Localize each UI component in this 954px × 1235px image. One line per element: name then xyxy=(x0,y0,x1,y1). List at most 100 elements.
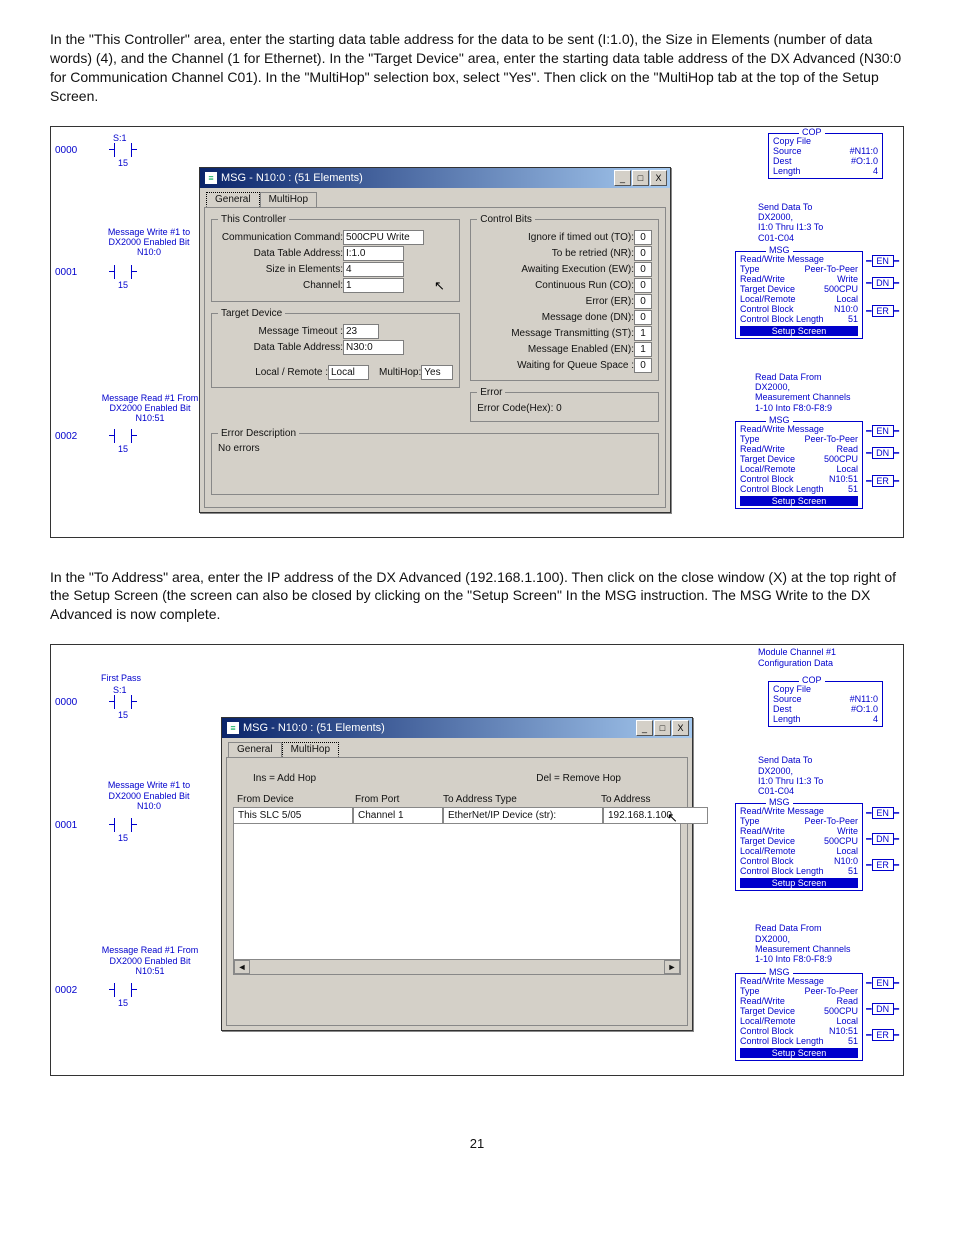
rung-number: 0001 xyxy=(55,820,77,831)
rung-number: 0001 xyxy=(55,267,77,278)
cop-title: COP xyxy=(799,127,825,137)
group-legend: Target Device xyxy=(218,308,285,319)
error-code-value: 0 xyxy=(556,403,562,414)
scroll-left-button[interactable]: ◄ xyxy=(234,960,250,974)
control-bits-group: Control Bits Ignore if timed out (TO):0 … xyxy=(470,214,659,381)
error-description-group: Error Description No errors xyxy=(211,428,659,495)
msg-title: MSG xyxy=(766,245,793,255)
msg-setup-dialog: ≡ MSG - N10:0 : (51 Elements) _ □ X Gene… xyxy=(221,717,693,1031)
contact-icon xyxy=(114,695,132,709)
channel-field[interactable]: 1 xyxy=(343,278,404,293)
contact-sub: 15 xyxy=(118,280,128,290)
co-bit[interactable]: 0 xyxy=(634,278,652,293)
en-pin: ━EN━ xyxy=(866,807,899,819)
tab-general[interactable]: General xyxy=(228,742,282,757)
col-from-port: From Port xyxy=(351,792,439,807)
msg-header: Read Data From DX2000, Measurement Chann… xyxy=(755,372,883,413)
contact-label: S:1 xyxy=(113,133,127,143)
page-number: 21 xyxy=(50,1136,904,1151)
size-elements-field[interactable]: 4 xyxy=(343,262,404,277)
tab-multihop[interactable]: MultiHop xyxy=(282,742,339,757)
en-pin: ━EN━ xyxy=(866,425,899,437)
maximize-button[interactable]: □ xyxy=(632,170,649,186)
del-hint: Del = Remove Hop xyxy=(536,773,621,784)
contact-icon xyxy=(114,143,132,157)
msg-header: Send Data To DX2000, I1:0 Thru I1:3 To C… xyxy=(758,202,883,243)
comm-command-field[interactable]: 500CPU Write xyxy=(343,230,424,245)
to-bit[interactable]: 0 xyxy=(634,230,652,245)
paragraph-2: In the "To Address" area, enter the IP a… xyxy=(50,568,904,625)
contact-icon xyxy=(114,818,132,832)
er-pin: ━ER━ xyxy=(866,1029,899,1041)
figure-2: Module Channel #1 Configuration Data 000… xyxy=(50,644,904,1076)
queue-bit[interactable]: 0 xyxy=(634,358,652,373)
cop-instruction: COP Copy File Source#N11:0 Dest#O:1.0 Le… xyxy=(768,133,883,179)
msg-setup-dialog: ≡ MSG - N10:0 : (51 Elements) _ □ X Gene… xyxy=(199,167,671,513)
tab-general[interactable]: General xyxy=(206,192,260,207)
error-description-text: No errors xyxy=(218,443,652,454)
er-pin: ━ER━ xyxy=(866,305,899,317)
en-pin: ━EN━ xyxy=(866,977,899,989)
contact-sub: 15 xyxy=(118,998,128,1008)
rung-number: 0000 xyxy=(55,697,77,708)
message-timeout-field[interactable]: 23 xyxy=(343,324,379,339)
col-to-addr-type: To Address Type xyxy=(439,792,597,807)
scroll-track[interactable] xyxy=(250,960,664,974)
msg-write-instruction: MSG Read/Write Message TypePeer-To-Peer … xyxy=(735,803,863,891)
dialog-titlebar[interactable]: ≡ MSG - N10:0 : (51 Elements) _ □ X xyxy=(222,718,692,738)
dn-pin: ━DN━ xyxy=(866,833,899,845)
local-remote-field[interactable]: Local xyxy=(328,365,369,380)
multihop-row[interactable]: This SLC 5/05 Channel 1 EtherNet/IP Devi… xyxy=(233,807,681,824)
dn-bit[interactable]: 0 xyxy=(634,310,652,325)
cell-to-address[interactable]: 192.168.1.100 xyxy=(603,807,708,824)
contact-label: S:1 xyxy=(113,685,127,695)
msg-write-instruction: MSG Read/Write Message TypePeer-To-Peer … xyxy=(735,251,863,339)
cell-to-addr-type[interactable]: EtherNet/IP Device (str): xyxy=(443,807,603,824)
maximize-button[interactable]: □ xyxy=(654,720,671,736)
dialog-icon: ≡ xyxy=(205,172,217,184)
msg-read-instruction: MSG Read/Write Message TypePeer-To-Peer … xyxy=(735,973,863,1061)
msg-header: Send Data To DX2000, I1:0 Thru I1:3 To C… xyxy=(758,755,883,796)
st-bit[interactable]: 1 xyxy=(634,326,652,341)
msg-read-instruction: MSG Read/Write Message TypePeer-To-Peer … xyxy=(735,421,863,509)
er-bit[interactable]: 0 xyxy=(634,294,652,309)
contact-icon xyxy=(114,983,132,997)
rung-number: 0002 xyxy=(55,431,77,442)
nr-bit[interactable]: 0 xyxy=(634,246,652,261)
horizontal-scrollbar[interactable]: ◄ ► xyxy=(234,959,680,974)
contact-icon xyxy=(114,265,132,279)
contact-sub: 15 xyxy=(118,710,128,720)
msg-title: MSG xyxy=(766,415,793,425)
en-bit[interactable]: 1 xyxy=(634,342,652,357)
minimize-button[interactable]: _ xyxy=(614,170,631,186)
ew-bit[interactable]: 0 xyxy=(634,262,652,277)
setup-screen-button[interactable]: Setup Screen xyxy=(740,496,858,506)
cell-from-port[interactable]: Channel 1 xyxy=(353,807,443,824)
minimize-button[interactable]: _ xyxy=(636,720,653,736)
dialog-titlebar[interactable]: ≡ MSG - N10:0 : (51 Elements) _ □ X xyxy=(200,168,670,188)
setup-screen-button[interactable]: Setup Screen xyxy=(740,878,858,888)
setup-screen-button[interactable]: Setup Screen xyxy=(740,1048,858,1058)
data-table-address-field[interactable]: I:1.0 xyxy=(343,246,404,261)
cursor-icon: ↖ xyxy=(434,278,445,294)
target-address-field[interactable]: N30:0 xyxy=(343,340,404,355)
er-pin: ━ER━ xyxy=(866,475,899,487)
group-legend: Error xyxy=(477,387,505,398)
scroll-right-button[interactable]: ► xyxy=(664,960,680,974)
contact-icon xyxy=(114,429,132,443)
close-button[interactable]: X xyxy=(650,170,667,186)
tab-multihop[interactable]: MultiHop xyxy=(260,192,317,207)
contact-label: Message Write #1 to DX2000 Enabled Bit N… xyxy=(99,227,199,258)
setup-screen-button[interactable]: Setup Screen xyxy=(740,326,858,336)
dialog-title: MSG - N10:0 : (51 Elements) xyxy=(221,172,363,184)
target-device-group: Target Device Message Timeout : 23 Data … xyxy=(211,308,460,388)
multihop-grid-area[interactable]: ◄ ► xyxy=(233,824,681,975)
dialog-icon: ≡ xyxy=(227,722,239,734)
error-group: Error Error Code(Hex): 0 xyxy=(470,387,659,422)
rung-number: 0002 xyxy=(55,985,77,996)
cell-from-device[interactable]: This SLC 5/05 xyxy=(233,807,353,824)
multihop-field[interactable]: Yes xyxy=(421,365,453,380)
close-button[interactable]: X xyxy=(672,720,689,736)
group-legend: This Controller xyxy=(218,214,289,225)
cop-instruction: COP Copy File Source#N11:0 Dest#O:1.0 Le… xyxy=(768,681,883,727)
